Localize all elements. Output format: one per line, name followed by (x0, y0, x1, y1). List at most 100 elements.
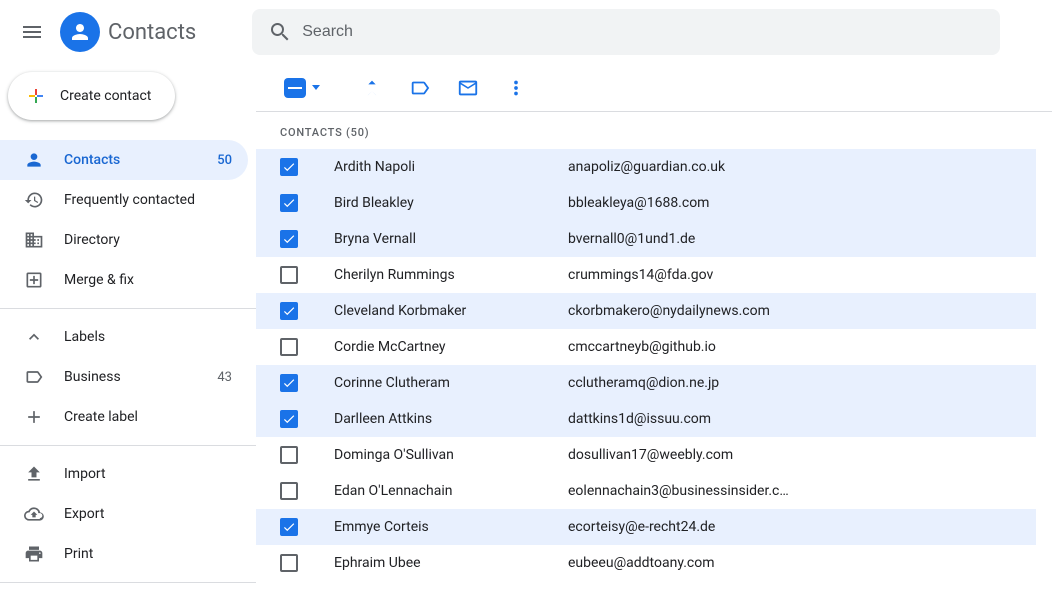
merge-arrow-icon (361, 77, 383, 99)
contact-email: cclutheramq@dion.ne.jp (568, 375, 1036, 391)
contact-email: bvernall0@1und1.de (568, 231, 1036, 247)
print-icon (24, 544, 44, 564)
create-contact-button[interactable]: Create contact (8, 72, 175, 120)
row-checkbox[interactable] (280, 410, 298, 428)
search-button[interactable] (260, 12, 300, 52)
contact-row[interactable]: Cordie McCartneycmccartneyb@github.io (256, 329, 1036, 365)
app-logo: Contacts (60, 12, 196, 52)
contact-row[interactable]: Cherilyn Rummingscrummings14@fda.gov (256, 257, 1036, 293)
contact-name: Darlleen Attkins (298, 411, 568, 427)
divider (0, 582, 256, 583)
contact-row[interactable]: Edan O'Lennachaineolennachain3@businessi… (256, 473, 1036, 509)
row-checkbox[interactable] (280, 194, 298, 212)
nav-label: Print (64, 546, 232, 562)
create-label-label: Create label (64, 409, 232, 425)
row-checkbox[interactable] (280, 482, 298, 500)
contact-row[interactable]: Emmye Corteisecorteisy@e-recht24.de (256, 509, 1036, 545)
sidebar-item-export[interactable]: Export (0, 494, 248, 534)
contact-row[interactable]: Darlleen Attkinsdattkins1d@issuu.com (256, 401, 1036, 437)
nav-label: Import (64, 466, 232, 482)
contact-email: eubeeu@addtoany.com (568, 555, 1036, 571)
search-icon (268, 20, 292, 44)
row-checkbox[interactable] (280, 158, 298, 176)
row-checkbox[interactable] (280, 338, 298, 356)
contact-name: Bryna Vernall (298, 231, 568, 247)
indeterminate-checkbox-icon (284, 78, 306, 98)
contact-email: dosullivan17@weebly.com (568, 447, 1036, 463)
row-checkbox[interactable] (280, 446, 298, 464)
contact-name: Ardith Napoli (298, 159, 568, 175)
email-icon (457, 77, 479, 99)
contact-email: anapoliz@guardian.co.uk (568, 159, 1036, 175)
create-contact-label: Create contact (60, 88, 151, 104)
add-icon (24, 407, 44, 427)
check-icon (282, 520, 296, 534)
sidebar-item-frequently-contacted[interactable]: Frequently contacted (0, 180, 248, 220)
contacts-list: Contacts (50) Ardith Napolianapoliz@guar… (256, 112, 1052, 598)
row-checkbox[interactable] (280, 554, 298, 572)
cloud-download-icon (24, 504, 44, 524)
contact-name: Cleveland Korbmaker (298, 303, 568, 319)
contacts-section-header: Contacts (50) (256, 112, 1036, 149)
contact-row[interactable]: Bryna Vernallbvernall0@1und1.de (256, 221, 1036, 257)
contact-name: Corinne Clutheram (298, 375, 568, 391)
contact-name: Bird Bleakley (298, 195, 568, 211)
contact-row[interactable]: Bird Bleakleybbleakleya@1688.com (256, 185, 1036, 221)
selection-dropdown[interactable] (284, 78, 320, 98)
row-checkbox[interactable] (280, 302, 298, 320)
more-vert-icon (505, 77, 527, 99)
contact-name: Dominga O'Sullivan (298, 447, 568, 463)
contact-row[interactable]: Ephraim Ubeeeubeeu@addtoany.com (256, 545, 1036, 581)
hamburger-icon (20, 20, 44, 44)
nav-label: Frequently contacted (64, 192, 232, 208)
domain-icon (24, 230, 44, 250)
check-icon (282, 160, 296, 174)
search-box (252, 9, 1000, 55)
contact-email: ecorteisy@e-recht24.de (568, 519, 1036, 535)
sidebar-create-label[interactable]: Create label (0, 397, 248, 437)
contact-row[interactable]: Cleveland Korbmakerckorbmakero@nydailyne… (256, 293, 1036, 329)
main-menu-button[interactable] (8, 8, 56, 56)
sidebar-item-contacts[interactable]: Contacts50 (0, 140, 248, 180)
nav-label: Directory (64, 232, 232, 248)
plus-icon (24, 84, 48, 108)
sidebar-labels-header[interactable]: Labels (0, 317, 248, 357)
main-panel: Contacts (50) Ardith Napolianapoliz@guar… (256, 64, 1052, 598)
divider (0, 308, 256, 309)
app-title: Contacts (108, 20, 196, 45)
sidebar-item-print[interactable]: Print (0, 534, 248, 574)
contact-email: ckorbmakero@nydailynews.com (568, 303, 1036, 319)
contact-email: dattkins1d@issuu.com (568, 411, 1036, 427)
check-icon (282, 412, 296, 426)
contact-email: bbleakleya@1688.com (568, 195, 1036, 211)
check-icon (282, 304, 296, 318)
label-button[interactable] (400, 68, 440, 108)
row-checkbox[interactable] (280, 230, 298, 248)
contact-row[interactable]: Ardith Napolianapoliz@guardian.co.uk (256, 149, 1036, 185)
sidebar-item-merge-fix[interactable]: Merge & fix (0, 260, 248, 300)
contact-row[interactable]: Corinne Clutheramcclutheramq@dion.ne.jp (256, 365, 1036, 401)
search-input[interactable] (300, 22, 992, 42)
contacts-logo-icon (60, 12, 100, 52)
nav-label: Contacts (64, 152, 197, 168)
contact-name: Cordie McCartney (298, 339, 568, 355)
person-icon (24, 150, 44, 170)
contact-email: crummings14@fda.gov (568, 267, 1036, 283)
label-icon (409, 77, 431, 99)
sidebar: Create contact Contacts50 Frequently cont… (0, 64, 256, 598)
sidebar-item-directory[interactable]: Directory (0, 220, 248, 260)
more-actions-button[interactable] (496, 68, 536, 108)
merge-button[interactable] (352, 68, 392, 108)
contact-row[interactable]: Dominga O'Sullivandosullivan17@weebly.co… (256, 437, 1036, 473)
nav-label: Export (64, 506, 232, 522)
email-button[interactable] (448, 68, 488, 108)
sidebar-label-business[interactable]: Business43 (0, 357, 248, 397)
row-checkbox[interactable] (280, 266, 298, 284)
sidebar-item-import[interactable]: Import (0, 454, 248, 494)
row-checkbox[interactable] (280, 374, 298, 392)
check-icon (282, 232, 296, 246)
row-checkbox[interactable] (280, 518, 298, 536)
nav-label: Business (64, 369, 197, 385)
check-icon (282, 196, 296, 210)
contact-name: Ephraim Ubee (298, 555, 568, 571)
